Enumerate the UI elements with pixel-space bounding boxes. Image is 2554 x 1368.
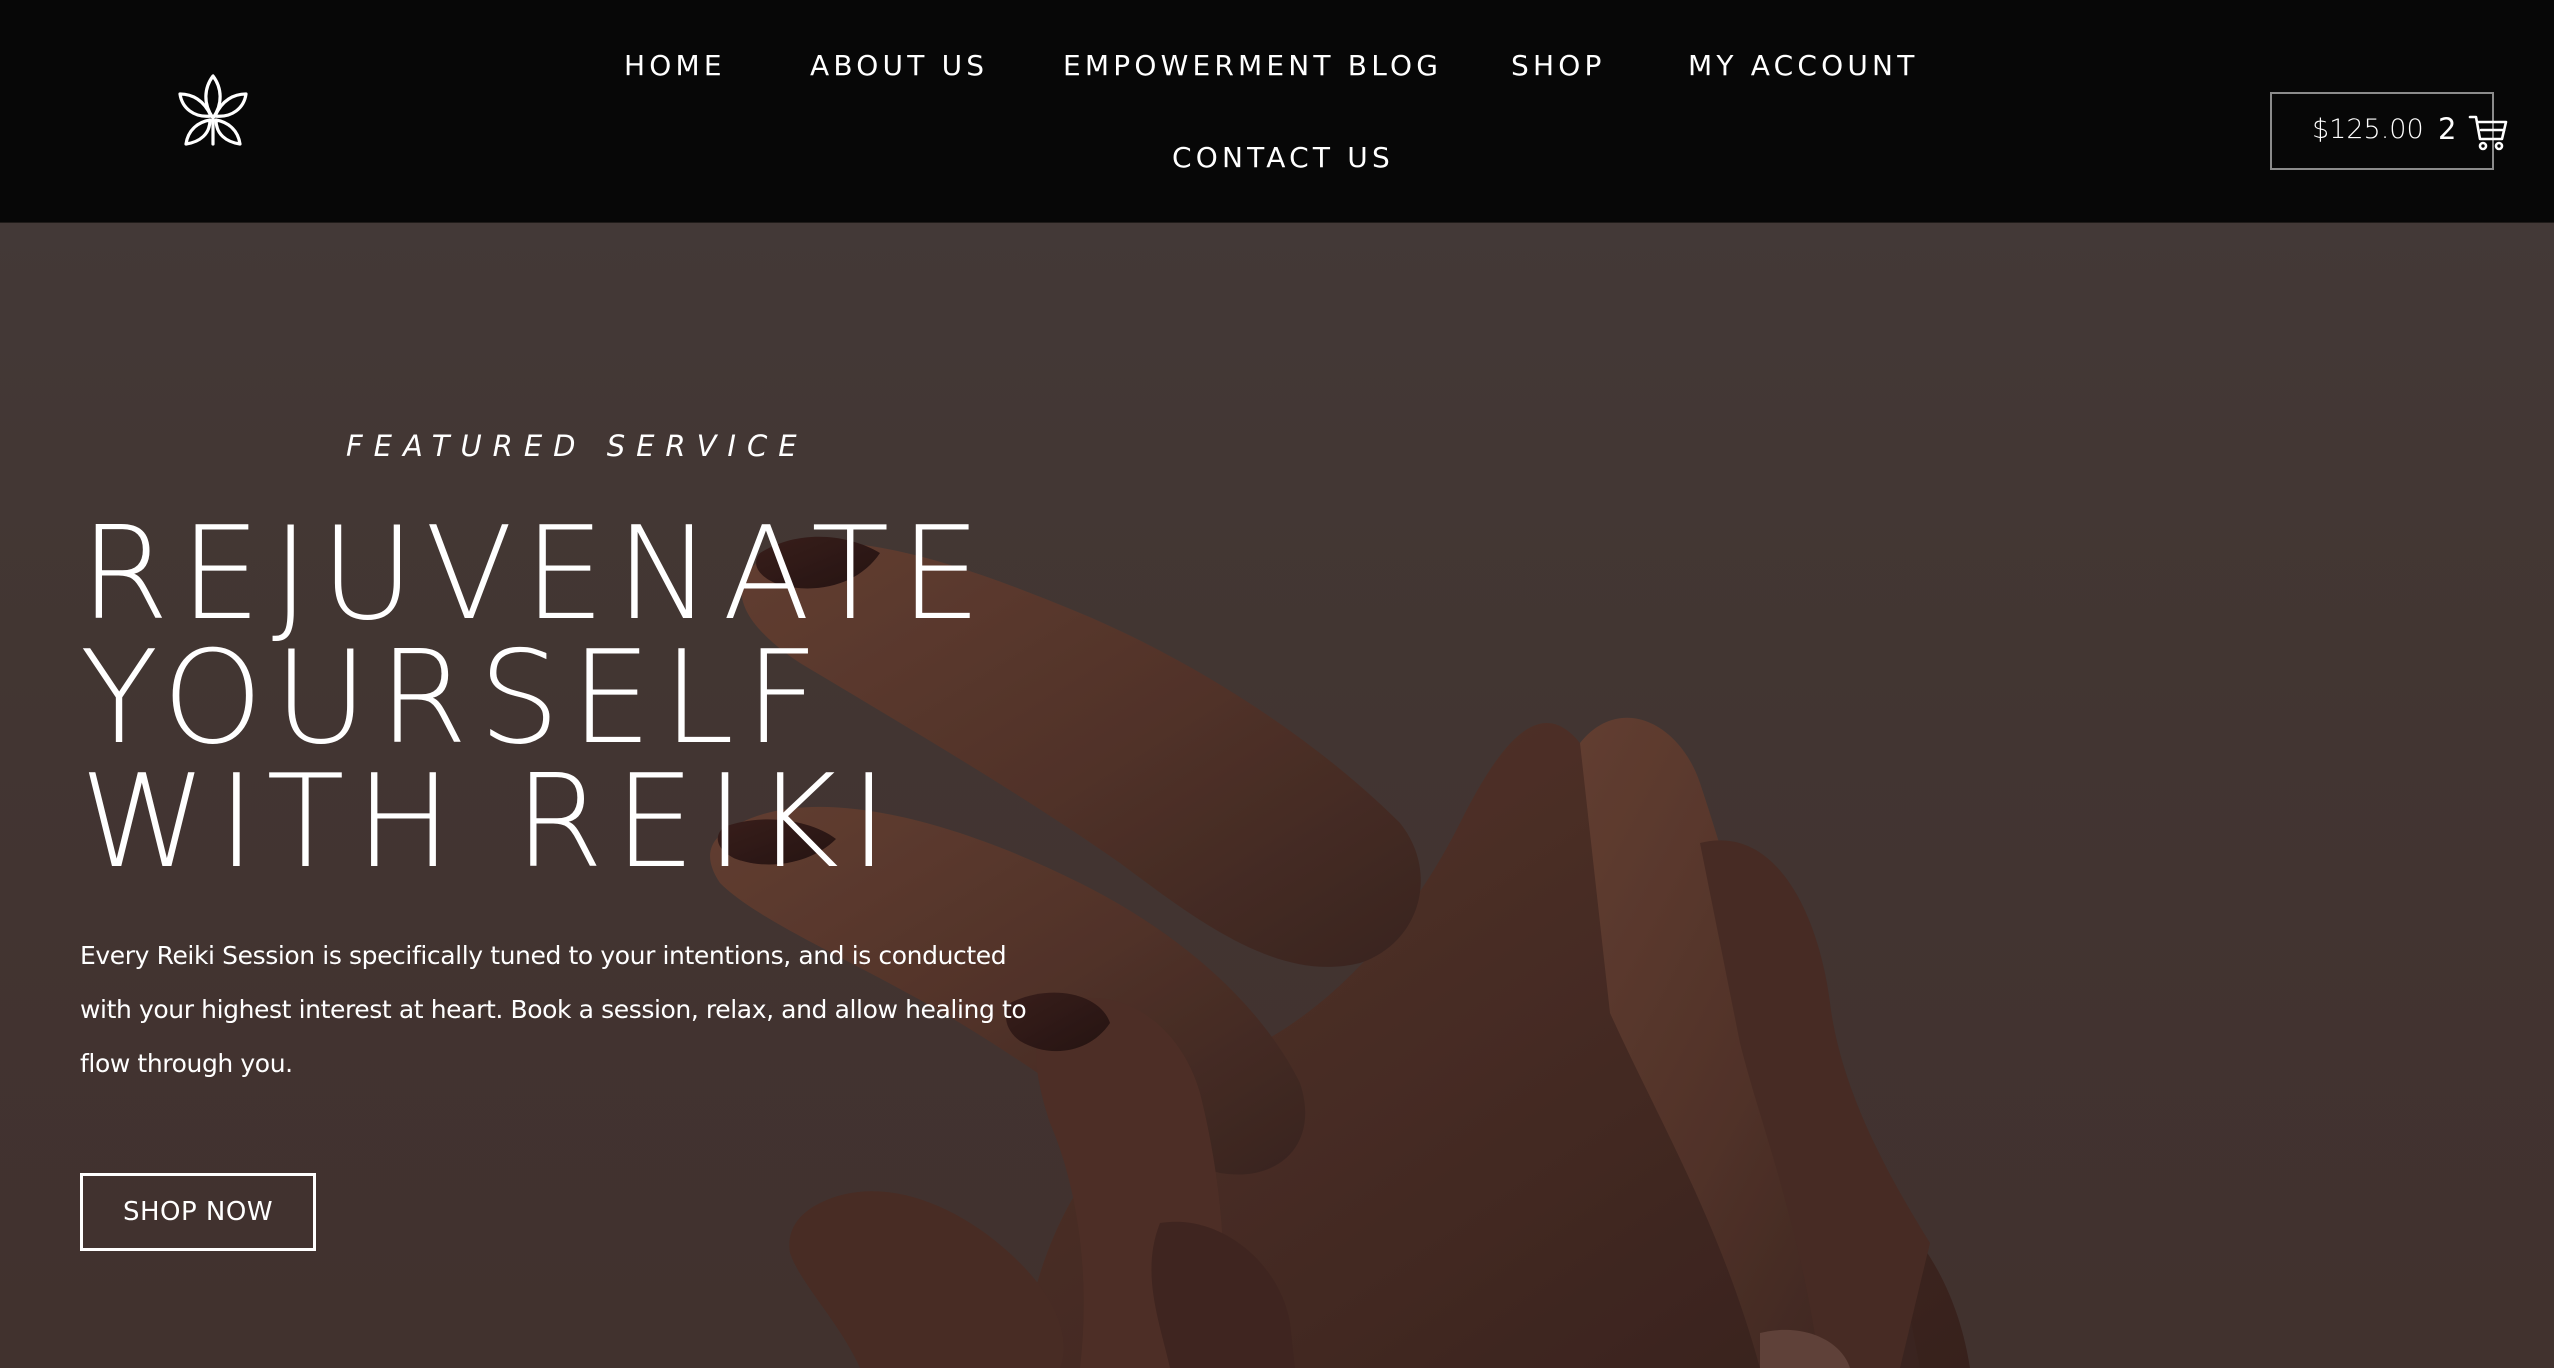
cart-count: 2 [2438,112,2457,146]
hero-headline-line: WITH REIKI [80,748,899,897]
cart-button[interactable]: $125.00 2 [2270,92,2508,170]
shop-now-button[interactable]: SHOP NOW [80,1173,316,1251]
hero-description: Every Reiki Session is specifically tune… [80,941,1027,1078]
hero-headline: REJUVENATE YOURSELF WITH REIKI [80,500,1080,897]
hero-section: FEATURED SERVICE REJUVENATE YOURSELF WIT… [0,223,2554,1368]
hero-headline-line: YOURSELF [80,624,830,773]
nav-item-empowerment-blog[interactable]: EMPOWERMENT BLOG [1063,52,1442,80]
nav-item-contact-us[interactable]: CONTACT US [1172,144,1394,172]
shopping-cart-icon [2468,115,2508,151]
page: HOME ABOUT US EMPOWERMENT BLOG SHOP MY A… [0,0,2554,1368]
cart-total: $125.00 [2312,114,2424,145]
nav-item-home[interactable]: HOME [624,52,726,80]
nav-item-shop[interactable]: SHOP [1511,52,1606,80]
nav-item-my-account[interactable]: MY ACCOUNT [1688,52,1919,80]
lotus-icon [178,74,248,146]
site-logo[interactable] [176,72,250,148]
hero-headline-line: REJUVENATE [80,500,993,649]
main-nav: HOME ABOUT US EMPOWERMENT BLOG SHOP MY A… [560,0,2000,223]
site-header: HOME ABOUT US EMPOWERMENT BLOG SHOP MY A… [0,0,2554,223]
hero-eyebrow: FEATURED SERVICE [346,429,808,463]
nav-item-about-us[interactable]: ABOUT US [810,52,988,80]
